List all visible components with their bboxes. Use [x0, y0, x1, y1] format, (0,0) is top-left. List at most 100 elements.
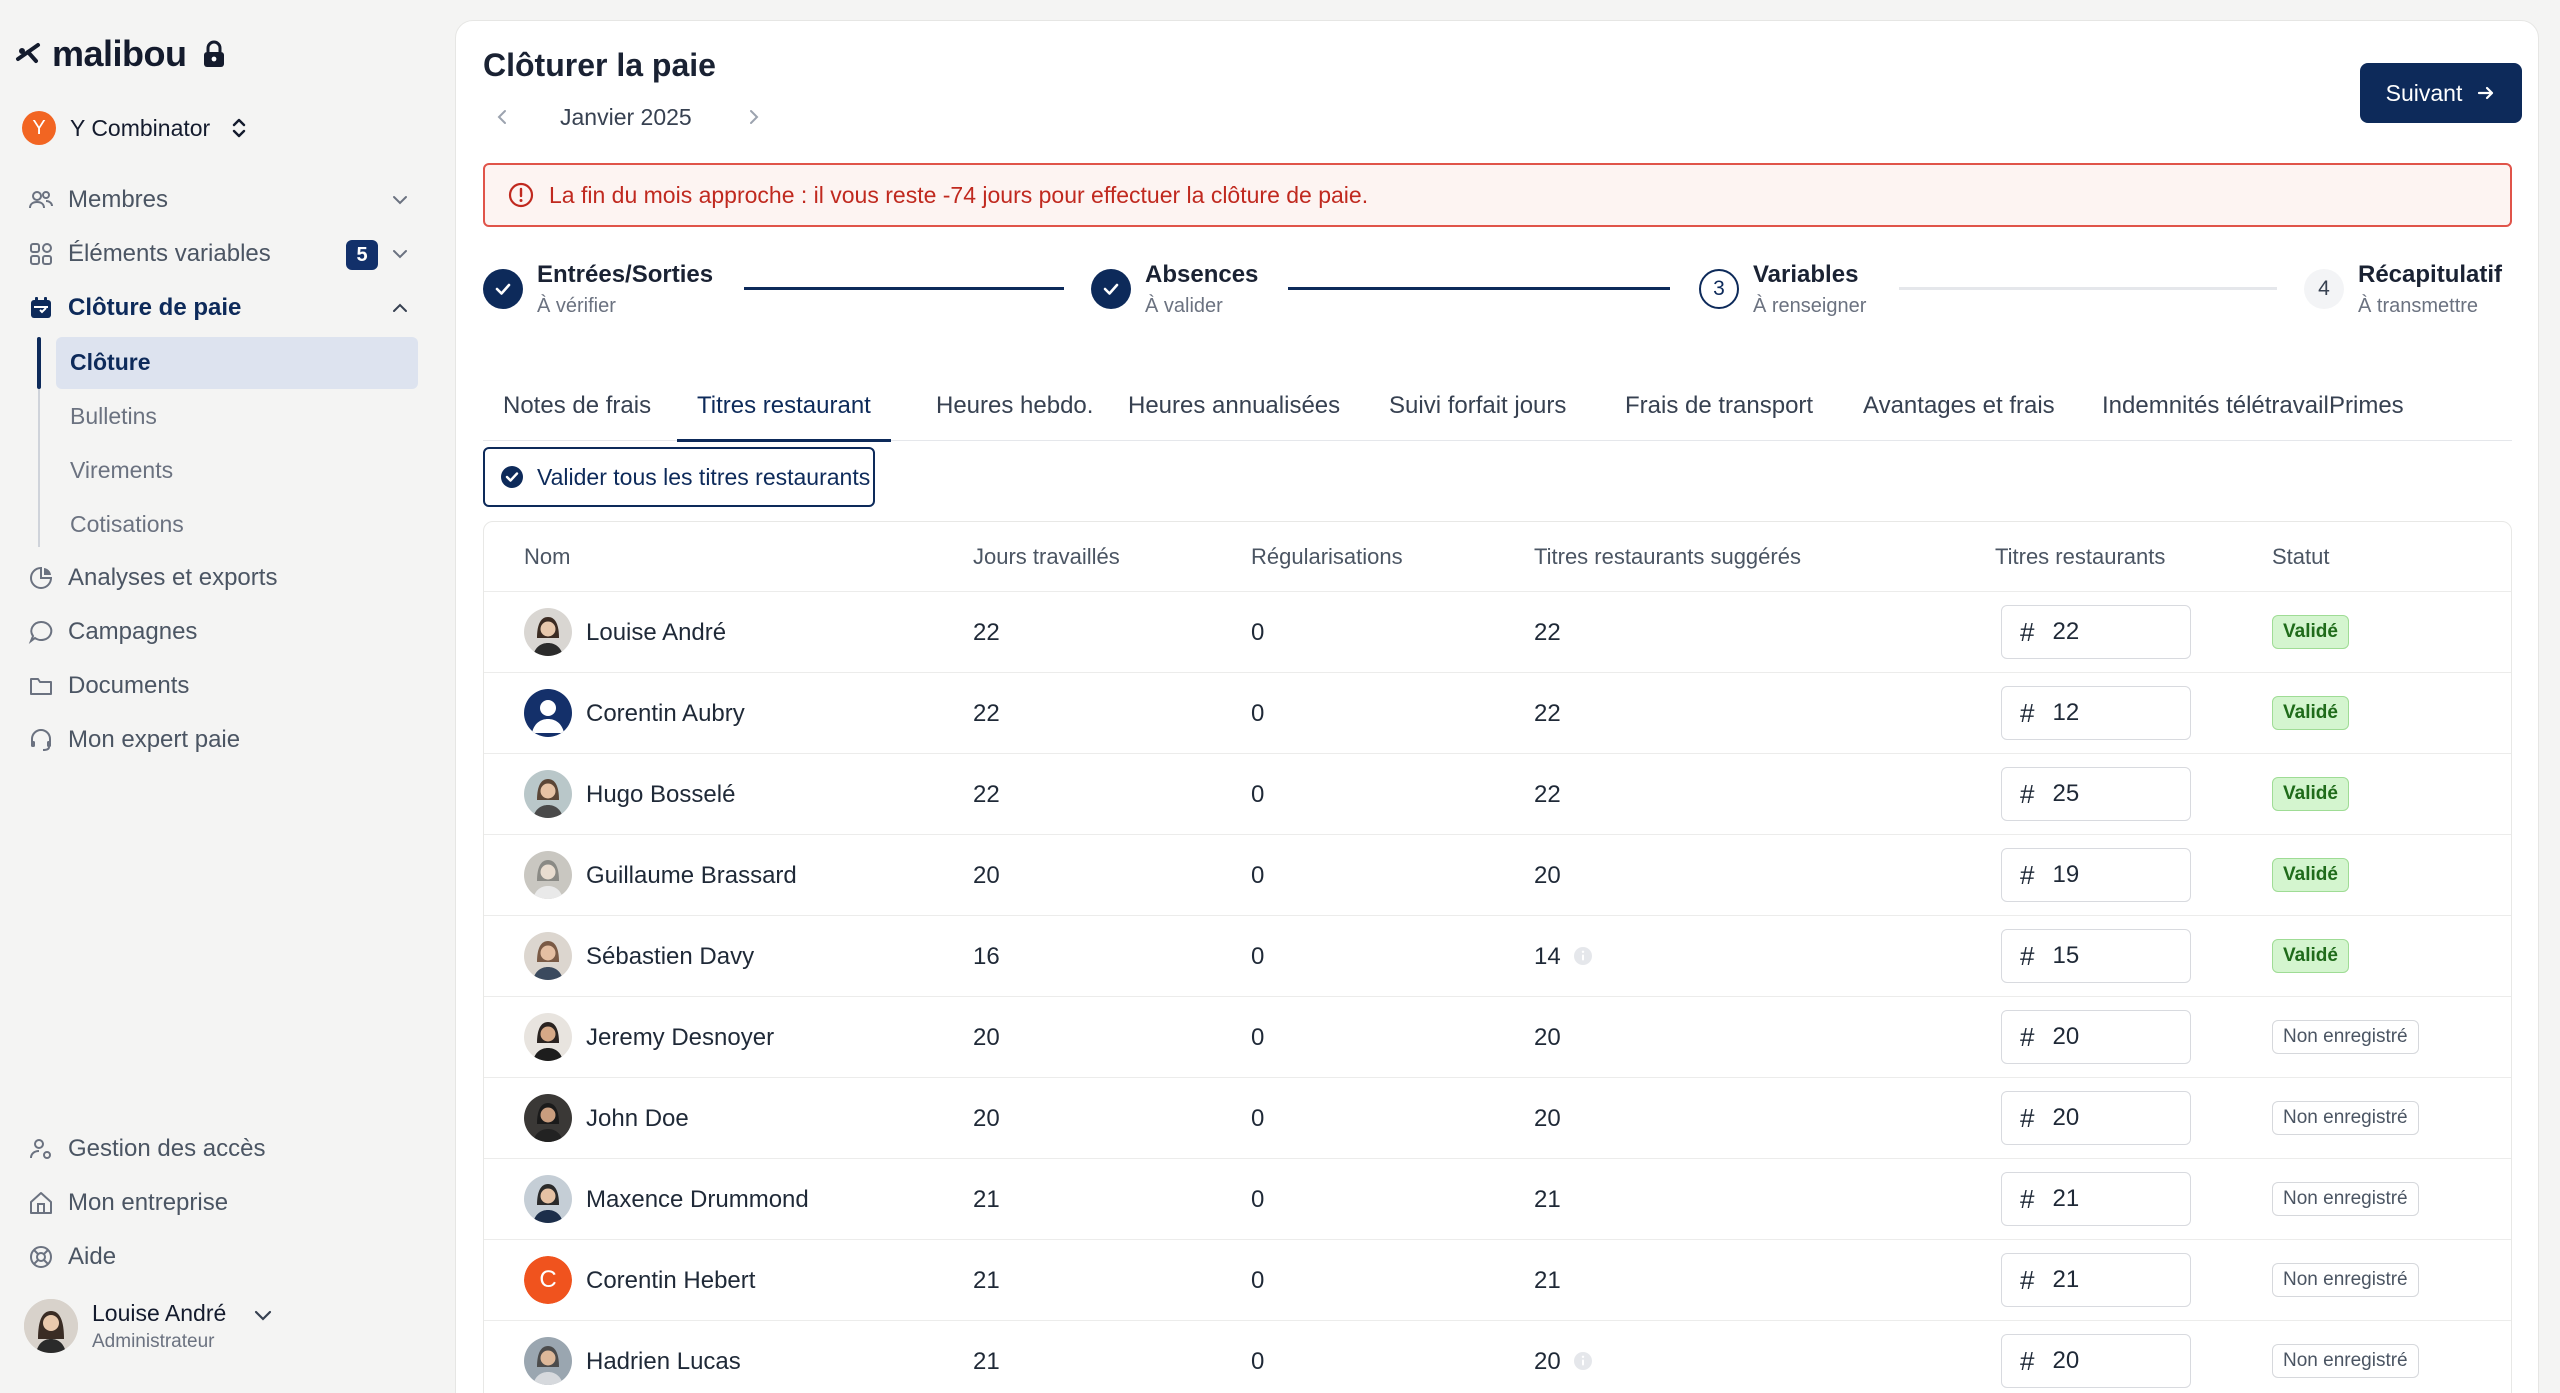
- nav-label: Membres: [68, 186, 169, 213]
- column-header-titres-restaurants[interactable]: Titres restaurants: [1995, 544, 2165, 570]
- table-row[interactable]: Maxence Drummond 21 0 21 #21 Non enregis…: [484, 1159, 2511, 1240]
- tab-indemnites-teletravail[interactable]: Indemnités télétravail: [2102, 371, 2329, 441]
- subnav-item-bulletins[interactable]: Bulletins: [0, 389, 440, 443]
- company-switcher[interactable]: Y Y Combinator: [22, 109, 248, 147]
- column-header-regularisations[interactable]: Régularisations: [1251, 544, 1403, 570]
- titres-restaurants-input[interactable]: #21: [2001, 1253, 2191, 1307]
- user-menu[interactable]: Louise André Administrateur: [24, 1296, 274, 1356]
- tab-primes[interactable]: Primes: [2329, 371, 2404, 441]
- tab-notes-de-frais[interactable]: Notes de frais: [503, 371, 651, 441]
- table-row[interactable]: Louise André 22 0 22 #22 Validé: [484, 592, 2511, 673]
- titres-suggeres: 20: [1534, 862, 1561, 890]
- employee-name[interactable]: Corentin Aubry: [586, 700, 745, 728]
- titres-suggeres: 22: [1534, 781, 1561, 809]
- column-header-statut[interactable]: Statut: [2272, 544, 2329, 570]
- next-button[interactable]: Suivant: [2360, 63, 2522, 123]
- step-entrees-sorties[interactable]: Entrées/Sorties À vérifier: [483, 261, 713, 318]
- chevron-left-icon[interactable]: [492, 107, 512, 127]
- titres-restaurants-input[interactable]: #20: [2001, 1010, 2191, 1064]
- nav-item-documents[interactable]: Documents: [0, 659, 440, 713]
- titres-restaurants-input[interactable]: #20: [2001, 1334, 2191, 1388]
- check-circle-icon: [501, 466, 523, 488]
- tab-titres-restaurant[interactable]: Titres restaurant: [677, 371, 891, 442]
- regularisations: 0: [1251, 1267, 1265, 1294]
- titres-restaurants-input[interactable]: #15: [2001, 929, 2191, 983]
- employee-name[interactable]: Maxence Drummond: [586, 1186, 809, 1214]
- titres-suggeres-value: 22: [1534, 700, 1561, 727]
- chevron-right-icon[interactable]: [744, 107, 764, 127]
- step-subtitle: À valider: [1145, 295, 1223, 317]
- step-variables[interactable]: 3 Variables À renseigner: [1699, 261, 1866, 318]
- step-absences[interactable]: Absences À valider: [1091, 261, 1258, 318]
- nav-item-gestion-acces[interactable]: Gestion des accès: [0, 1122, 440, 1176]
- regularisations: 0: [1251, 700, 1265, 727]
- table-row[interactable]: Jeremy Desnoyer 20 0 20 #20 Non enregist…: [484, 997, 2511, 1078]
- regularisations: 0: [1251, 1348, 1265, 1375]
- employee-name[interactable]: Hadrien Lucas: [586, 1348, 741, 1376]
- titres-restaurants-input[interactable]: #12: [2001, 686, 2191, 740]
- step-subtitle: À renseigner: [1753, 295, 1867, 317]
- table-row[interactable]: Sébastien Davy 16 0 14 #15 Validé: [484, 916, 2511, 997]
- tab-heures-hebdo[interactable]: Heures hebdo.: [936, 371, 1093, 441]
- nav-item-cloture-de-paie[interactable]: Clôture de paie: [0, 281, 440, 335]
- step-recapitulatif[interactable]: 4 Récapitulatif À transmettre: [2304, 261, 2502, 318]
- step-connector: [744, 287, 1064, 290]
- table-row[interactable]: Hadrien Lucas 21 0 20 #20 Non enregistré: [484, 1321, 2511, 1393]
- tab-suivi-forfait-jours[interactable]: Suivi forfait jours: [1389, 371, 1566, 441]
- regularisations: 0: [1251, 862, 1265, 889]
- titres-restaurants-input[interactable]: #22: [2001, 605, 2191, 659]
- table-body: Louise André 22 0 22 #22 Validé Corentin…: [484, 592, 2511, 1393]
- info-icon[interactable]: [1573, 1351, 1593, 1371]
- tab-avantages-et-frais[interactable]: Avantages et frais: [1863, 371, 2055, 441]
- table-row[interactable]: Corentin Aubry 22 0 22 #12 Validé: [484, 673, 2511, 754]
- user-role: Administrateur: [92, 1330, 215, 1352]
- subnav-item-cloture[interactable]: Clôture: [0, 335, 440, 389]
- nav-item-campagnes[interactable]: Campagnes: [0, 605, 440, 659]
- nav-item-mon-entreprise[interactable]: Mon entreprise: [0, 1176, 440, 1230]
- titres-suggeres-value: 20: [1534, 1348, 1561, 1375]
- titres-restaurants-input[interactable]: #21: [2001, 1172, 2191, 1226]
- nav-label: Éléments variables: [68, 240, 271, 267]
- app-logo[interactable]: malibou: [14, 30, 227, 78]
- titres-restaurants-input[interactable]: #19: [2001, 848, 2191, 902]
- nav-item-analyses-exports[interactable]: Analyses et exports: [0, 551, 440, 605]
- regularisations: 0: [1251, 619, 1265, 646]
- chevron-down-icon: [393, 250, 407, 259]
- hash-icon: #: [2020, 1345, 2035, 1376]
- column-header-nom[interactable]: Nom: [524, 544, 570, 570]
- table-row[interactable]: John Doe 20 0 20 #20 Non enregistré: [484, 1078, 2511, 1159]
- subnav-item-cotisations[interactable]: Cotisations: [0, 497, 440, 551]
- employee-name[interactable]: Jeremy Desnoyer: [586, 1024, 774, 1052]
- tab-frais-de-transport[interactable]: Frais de transport: [1625, 371, 1813, 441]
- nav-item-aide[interactable]: Aide: [0, 1230, 440, 1284]
- column-header-suggested[interactable]: Titres restaurants suggérés: [1534, 544, 1801, 570]
- employee-name[interactable]: Corentin Hebert: [586, 1267, 755, 1295]
- tab-heures-annualisees[interactable]: Heures annualisées: [1128, 371, 1340, 441]
- employee-name[interactable]: John Doe: [586, 1105, 689, 1133]
- nav-label: Documents: [68, 672, 190, 699]
- column-header-jours-travailles[interactable]: Jours travaillés: [973, 544, 1120, 570]
- regularisations: 0: [1251, 943, 1265, 970]
- employee-name[interactable]: Hugo Bosselé: [586, 781, 735, 809]
- info-icon[interactable]: [1573, 946, 1593, 966]
- employee-name[interactable]: Guillaume Brassard: [586, 862, 797, 890]
- employee-name[interactable]: Louise André: [586, 619, 726, 647]
- titres-restaurants-input[interactable]: #20: [2001, 1091, 2191, 1145]
- nav-item-elements-variables[interactable]: Éléments variables 5: [0, 227, 440, 281]
- titres-suggeres: 22: [1534, 619, 1561, 647]
- table-row[interactable]: C Corentin Hebert 21 0 21 #21 Non enregi…: [484, 1240, 2511, 1321]
- employee-name[interactable]: Sébastien Davy: [586, 943, 754, 971]
- building-icon: [30, 1192, 52, 1214]
- validate-all-button[interactable]: Valider tous les titres restaurants: [483, 447, 875, 507]
- step-title: Récapitulatif: [2358, 261, 2503, 288]
- avatar-initial: C: [524, 1256, 572, 1304]
- nav-item-membres[interactable]: Membres: [0, 173, 440, 227]
- month-navigator: Janvier 2025: [492, 99, 764, 135]
- jours-travailles: 20: [973, 1024, 1000, 1051]
- titres-restaurants-input[interactable]: #25: [2001, 767, 2191, 821]
- subnav-item-virements[interactable]: Virements: [0, 443, 440, 497]
- nav-item-mon-expert-paie[interactable]: Mon expert paie: [0, 713, 440, 767]
- titres-restaurants-value: 25: [2052, 780, 2080, 807]
- table-row[interactable]: Hugo Bosselé 22 0 22 #25 Validé: [484, 754, 2511, 835]
- table-row[interactable]: Guillaume Brassard 20 0 20 #19 Validé: [484, 835, 2511, 916]
